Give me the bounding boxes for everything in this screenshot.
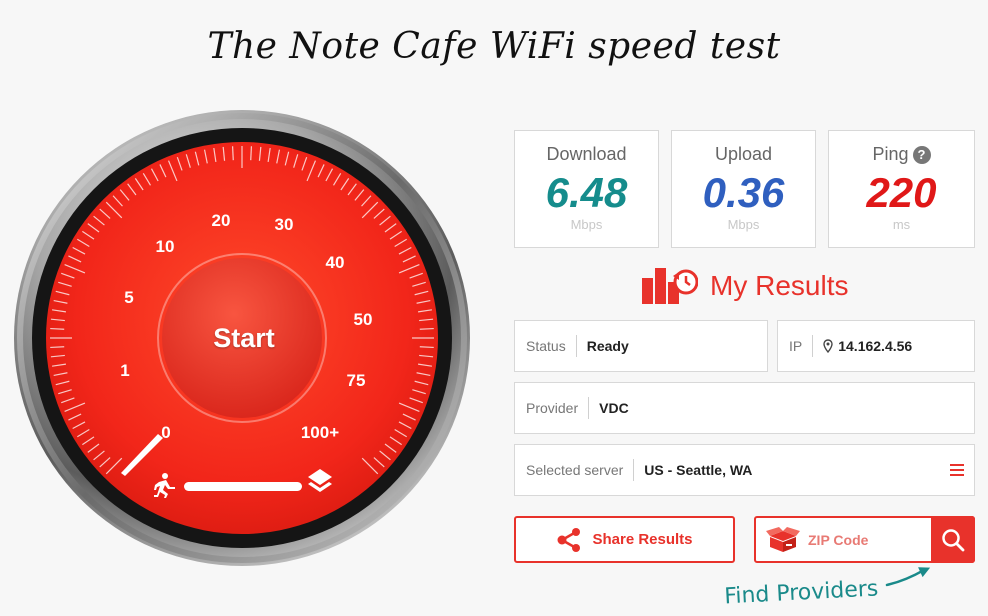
status-box: Status Ready [514,320,768,372]
gauge-tick [231,146,234,161]
progress-bar [184,482,302,491]
provider-label: Provider [526,400,579,416]
ping-value: 220 [866,169,937,216]
share-results-button[interactable]: Share Results [514,516,735,563]
download-label: Download [546,144,627,164]
package-icon [766,526,800,552]
server-menu-icon[interactable] [950,464,964,476]
ip-value: 14.162.4.56 [838,338,913,354]
help-icon[interactable]: ? [912,146,931,164]
gauge-scale-label: 40 [325,253,345,272]
server-value: US - Seattle, WA [644,462,753,478]
server-box[interactable]: Selected server US - Seattle, WA [514,444,975,496]
divider [812,335,814,357]
ip-label: IP [789,338,803,354]
gauge-tick [50,327,65,330]
gauge-scale-label: 1 [120,361,130,380]
ping-label: Ping [872,144,909,164]
share-results-label: Share Results [592,531,693,548]
find-providers-link[interactable]: Find Providers [723,565,934,610]
server-label: Selected server [526,462,624,478]
upload-label: Upload [714,144,773,164]
ping-card: Ping? 220 ms [828,130,975,248]
upload-value: 0.36 [702,169,785,216]
download-value: 6.48 [545,169,628,216]
divider [575,335,577,357]
gauge-scale-label: 30 [274,215,294,234]
zip-search-button[interactable] [931,516,975,563]
location-pin-icon [823,339,833,353]
find-providers-label: Find Providers [723,576,879,610]
gauge-tick [250,146,253,161]
gauge-scale-label: 5 [124,288,134,307]
gauge-scale-label: 0 [161,423,171,442]
provider-value: VDC [599,400,629,416]
download-unit: Mbps [570,217,603,232]
download-card: Download 6.48 Mbps [514,130,659,248]
ip-box: IP 14.162.4.56 [777,320,975,372]
my-results-label: My Results [710,270,849,301]
my-results-link[interactable]: My Results [642,266,848,306]
gauge-scale-label: 20 [211,211,231,230]
speed-gauge: 0 1 5 10 20 30 40 50 75 100+ Start [12,108,472,568]
ping-unit: ms [892,217,911,232]
arrow-icon [885,567,931,587]
status-label: Status [526,338,566,354]
zip-code-input[interactable] [806,530,930,549]
divider [633,459,635,481]
gauge-scale-label: 100+ [300,423,340,442]
status-value: Ready [586,338,629,354]
upload-unit: Mbps [727,217,760,232]
search-icon [942,528,965,551]
zip-search-box [754,516,975,563]
gauge-scale-label: 50 [353,310,373,329]
gauge-tick [419,327,434,330]
gauge-tick [50,346,65,349]
gauge-tick [419,346,434,349]
share-icon [557,527,581,552]
provider-box: Provider VDC [514,382,975,434]
upload-card: Upload 0.36 Mbps [671,130,816,248]
start-button[interactable]: Start [174,268,314,408]
gauge-scale-label: 10 [155,237,175,256]
page-title: The Note Cafe WiFi speed test [207,26,781,67]
gauge-scale-label: 75 [346,371,366,390]
divider [588,397,590,419]
results-chart-icon [642,268,698,304]
